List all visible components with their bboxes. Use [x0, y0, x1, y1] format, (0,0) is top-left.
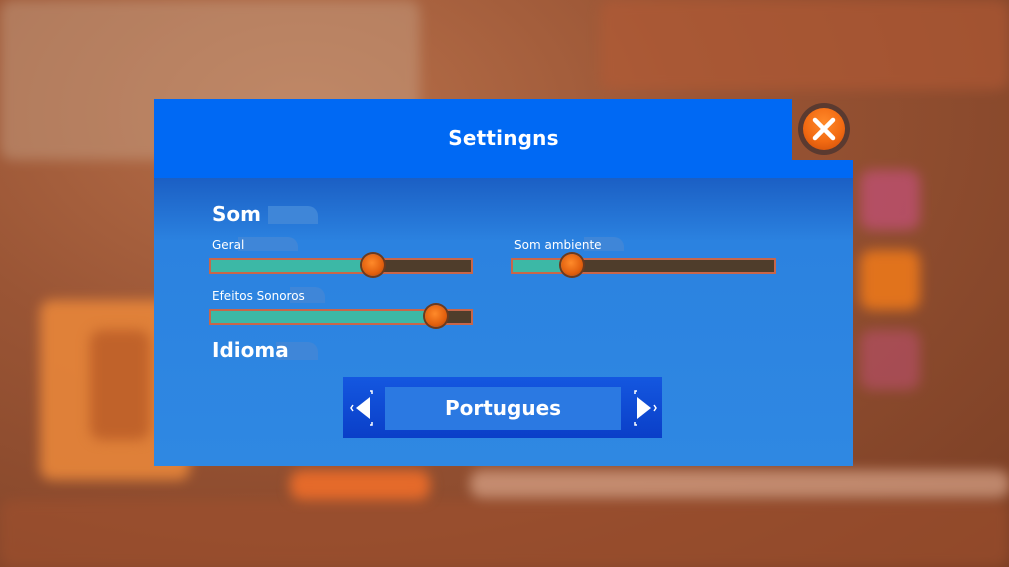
slider-fill [211, 260, 373, 272]
slider-label-som-ambiente: Som ambiente [514, 238, 602, 252]
close-button[interactable] [798, 103, 850, 155]
slider-geral[interactable] [209, 254, 473, 276]
slider-label-geral: Geral [212, 238, 245, 252]
slider-fill [211, 311, 435, 323]
slider-knob[interactable] [361, 254, 384, 276]
arrow-right-icon [634, 390, 657, 426]
close-icon [812, 117, 836, 141]
slider-efeitos-sonoros[interactable] [209, 305, 473, 327]
slider-knob[interactable] [425, 305, 448, 327]
section-title-language: Idioma [212, 338, 289, 362]
language-prev-button[interactable] [350, 388, 376, 428]
arrow-left-icon [350, 390, 373, 426]
dialog-title: Settingns [448, 126, 559, 150]
section-title-sound: Som [212, 202, 261, 226]
slider-knob[interactable] [560, 254, 583, 276]
language-next-button[interactable] [631, 388, 657, 428]
slider-som-ambiente[interactable] [511, 254, 776, 276]
language-value: Portugues [385, 387, 621, 430]
slider-label-efeitos-sonoros: Efeitos Sonoros [212, 289, 305, 303]
